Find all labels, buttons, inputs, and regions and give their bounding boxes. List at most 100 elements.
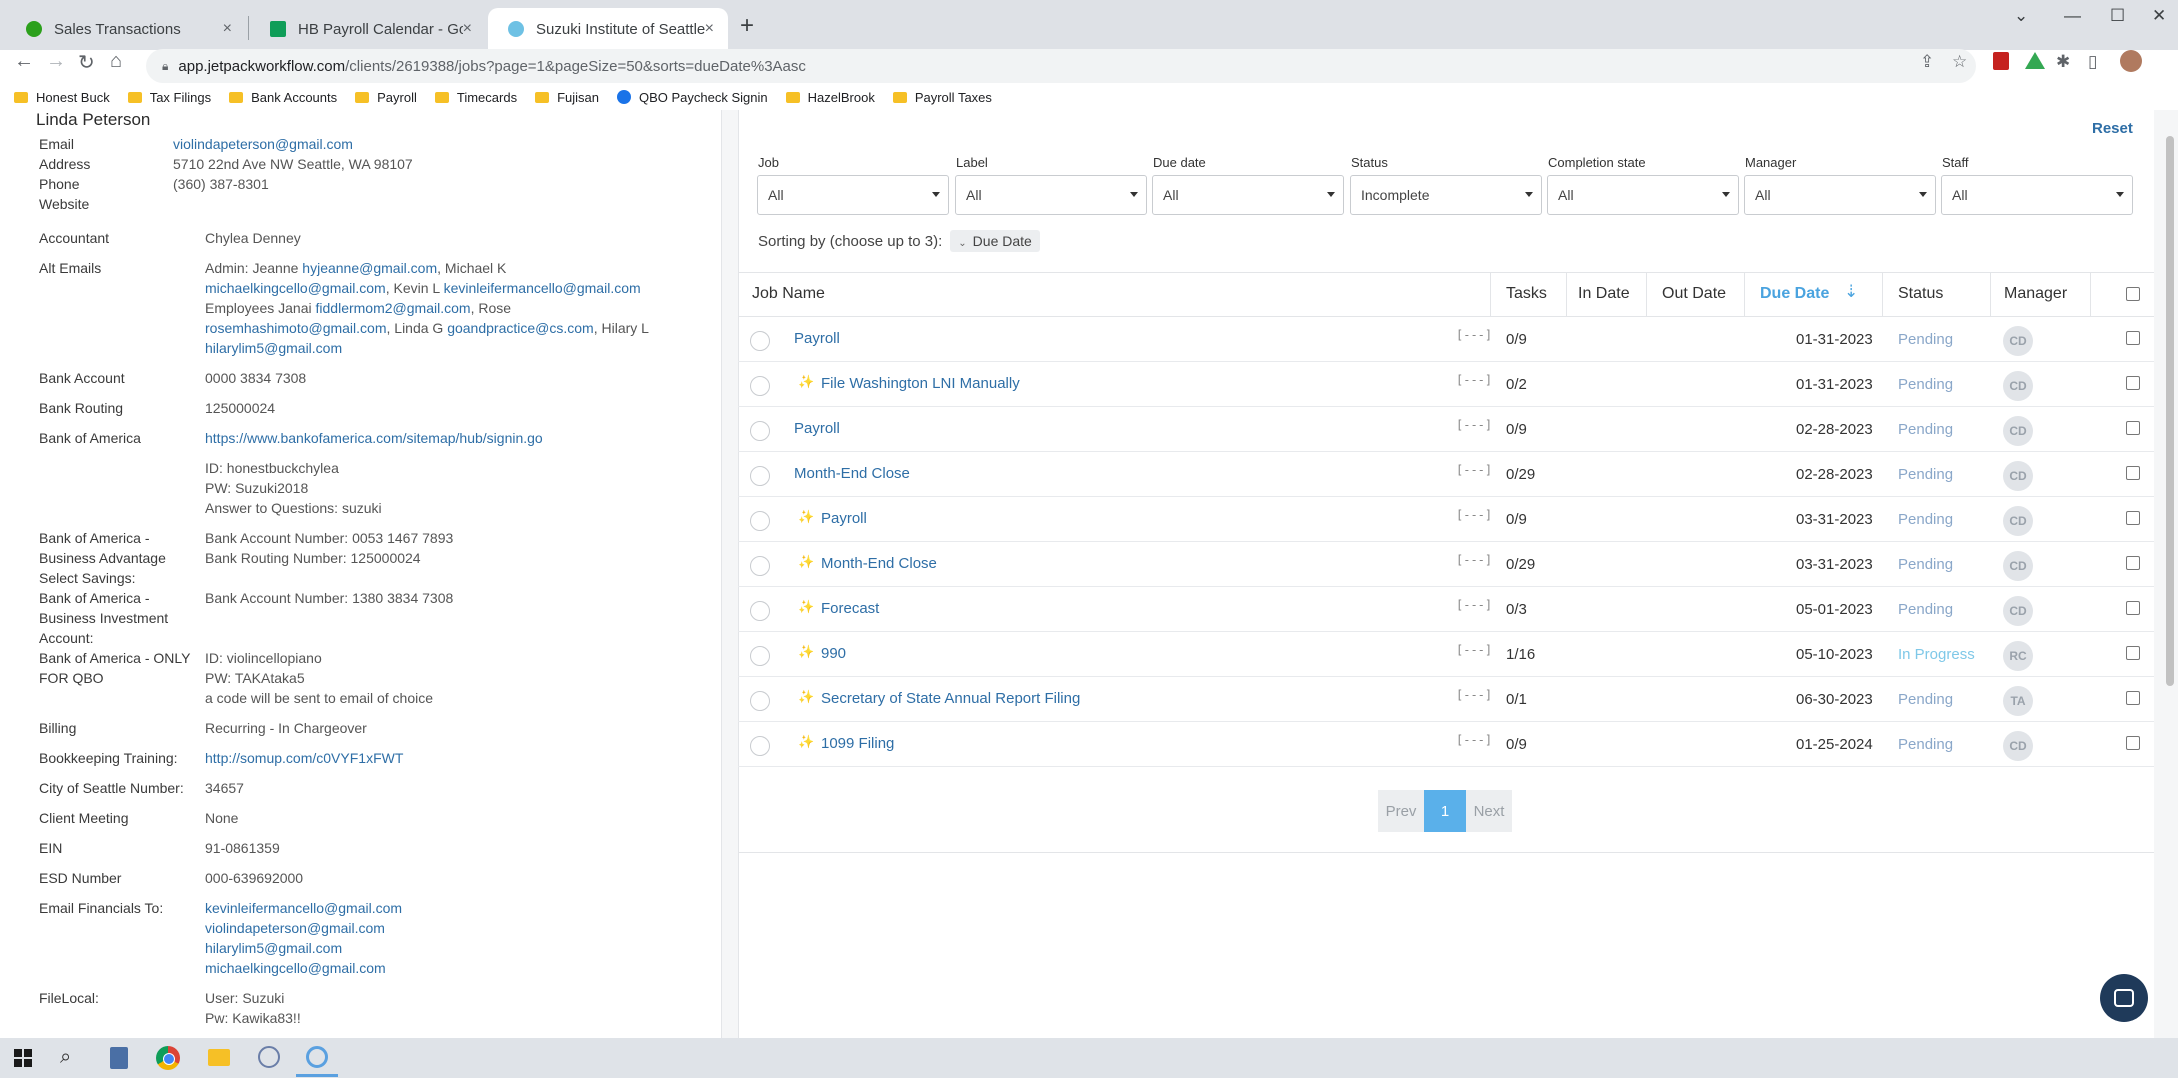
file-explorer-icon[interactable] [208,1049,230,1066]
job-name-link[interactable]: Forecast [821,600,879,617]
column-header-due-date[interactable]: Due Date [1760,285,1829,303]
notes-icon[interactable]: [---] [1456,328,1492,342]
job-filter-select[interactable]: All [757,175,949,215]
table-row[interactable]: ✨ Secretary of State Annual Report Filin… [738,677,2154,722]
notes-icon[interactable]: [---] [1456,598,1492,612]
drive-extension-icon[interactable] [2025,52,2045,69]
email-link[interactable]: violindapeterson@gmail.com [173,134,353,154]
alt-email-link[interactable]: goandpractice@cs.com [447,320,594,336]
alt-email-link[interactable]: hilarylim5@gmail.com [205,340,342,356]
label-filter-select[interactable]: All [955,175,1147,215]
notes-icon[interactable]: [---] [1456,733,1492,747]
job-name-link[interactable]: 990 [821,645,846,662]
minimize-icon[interactable]: — [2064,6,2081,26]
manager-filter-select[interactable]: All [1744,175,1936,215]
bookmark-payroll-taxes[interactable]: Payroll Taxes [892,90,992,105]
notes-icon[interactable]: [---] [1456,643,1492,657]
job-name-link[interactable]: Payroll [794,330,840,347]
bookmark-honest-buck[interactable]: Honest Buck [14,90,110,105]
reset-filters-link[interactable]: Reset [2092,120,2133,137]
bookmark-hazelbrook[interactable]: HazelBrook [785,90,875,105]
home-icon[interactable]: ⌂ [110,50,122,73]
alt-email-link[interactable]: fiddlermom2@gmail.com [316,300,471,316]
column-header-tasks[interactable]: Tasks [1506,285,1547,303]
table-row[interactable]: ✨ Month-End Close [---] 0/29 03-31-2023 … [738,542,2154,587]
manager-avatar[interactable]: CD [2003,326,2033,356]
alt-email-link[interactable]: kevinleifermancello@gmail.com [444,280,641,296]
row-checkbox[interactable] [2126,511,2140,525]
manager-avatar[interactable]: CD [2003,461,2033,491]
current-page-button[interactable]: 1 [1424,790,1466,832]
job-name-link[interactable]: Payroll [794,420,840,437]
job-name-link[interactable]: Month-End Close [794,465,910,482]
complete-job-radio[interactable] [750,466,770,486]
row-checkbox[interactable] [2126,736,2140,750]
complete-job-radio[interactable] [750,691,770,711]
prev-page-button[interactable]: Prev [1378,790,1424,832]
bookmark-qbo-paycheck-signin[interactable]: QBO Paycheck Signin [617,90,768,105]
bookmark-timecards[interactable]: Timecards [434,90,517,105]
complete-job-radio[interactable] [750,376,770,396]
snipping-tool-icon[interactable] [258,1046,280,1068]
table-row[interactable]: Payroll [---] 0/9 02-28-2023 Pending CD [738,407,2154,452]
close-tab-icon[interactable]: × [223,20,232,38]
financials-email-link[interactable]: hilarylim5@gmail.com [205,938,342,958]
complete-job-radio[interactable] [750,511,770,531]
row-checkbox[interactable] [2126,646,2140,660]
manager-avatar[interactable]: CD [2003,731,2033,761]
table-row[interactable]: ✨ File Washington LNI Manually [---] 0/2… [738,362,2154,407]
chat-launcher-button[interactable] [2100,974,2148,1022]
table-row[interactable]: ✨ Forecast [---] 0/3 05-01-2023 Pending … [738,587,2154,632]
complete-job-radio[interactable] [750,331,770,351]
financials-email-link[interactable]: michaelkingcello@gmail.com [205,958,386,978]
manager-avatar[interactable]: CD [2003,416,2033,446]
chevron-down-icon[interactable]: ⌄ [2014,6,2028,26]
manager-avatar[interactable]: CD [2003,551,2033,581]
bookmark-payroll[interactable]: Payroll [355,90,417,105]
complete-job-radio[interactable] [750,646,770,666]
column-header-manager[interactable]: Manager [2004,285,2067,303]
restore-icon[interactable]: ☐ [2110,6,2125,26]
column-header-in-date[interactable]: In Date [1578,285,1630,303]
row-checkbox[interactable] [2126,376,2140,390]
manager-avatar[interactable]: RC [2003,641,2033,671]
manager-avatar[interactable]: CD [2003,371,2033,401]
financials-email-link[interactable]: violindapeterson@gmail.com [205,918,385,938]
job-name-link[interactable]: Month-End Close [821,555,937,572]
cortana-icon[interactable] [306,1046,328,1068]
table-row[interactable]: ✨ 990 [---] 1/16 05-10-2023 In Progress … [738,632,2154,677]
windows-start-icon[interactable] [14,1049,32,1067]
forward-icon[interactable]: → [46,50,66,73]
select-all-checkbox[interactable] [2126,287,2140,301]
close-tab-icon[interactable]: × [705,20,714,38]
notes-icon[interactable]: [---] [1456,463,1492,477]
column-header-out-date[interactable]: Out Date [1662,285,1726,303]
notes-icon[interactable]: [---] [1456,553,1492,567]
address-bar[interactable]: 🔒︎ app.jetpackworkflow.com/clients/26193… [146,49,1976,83]
complete-job-radio[interactable] [750,601,770,621]
column-header-status[interactable]: Status [1898,285,1943,303]
tab-hb-payroll-calendar[interactable]: HB Payroll Calendar - Google She × [250,8,486,50]
completion-state-filter-select[interactable]: All [1547,175,1739,215]
complete-job-radio[interactable] [750,736,770,756]
boa-signin-link[interactable]: https://www.bankofamerica.com/sitemap/hu… [205,428,543,448]
row-checkbox[interactable] [2126,691,2140,705]
alt-email-link[interactable]: rosemhashimoto@gmail.com [205,320,387,336]
due-date-filter-select[interactable]: All [1152,175,1344,215]
status-filter-select[interactable]: Incomplete [1350,175,1542,215]
job-name-link[interactable]: 1099 Filing [821,735,894,752]
tab-suzuki-institute[interactable]: Suzuki Institute of Seattle - Jetpa × [488,8,728,50]
next-page-button[interactable]: Next [1466,790,1512,832]
notes-icon[interactable]: [---] [1456,373,1492,387]
alt-email-link[interactable]: hyjeanne@gmail.com [302,260,437,276]
bookmark-tax-filings[interactable]: Tax Filings [127,90,211,105]
bookmark-star-icon[interactable]: ☆ [1952,52,1967,72]
close-tab-icon[interactable]: × [463,20,472,38]
column-header-job-name[interactable]: Job Name [752,285,825,303]
tab-sales-transactions[interactable]: Sales Transactions × [6,8,246,50]
sort-ascending-icon[interactable]: ⇣ [1844,282,1858,302]
search-icon[interactable]: ⌕ [60,1046,71,1069]
table-row[interactable]: ✨ Payroll [---] 0/9 03-31-2023 Pending C… [738,497,2154,542]
bookkeeping-link[interactable]: http://somup.com/c0VYF1xFWT [205,748,403,768]
job-name-link[interactable]: Secretary of State Annual Report Filing [821,690,1080,707]
